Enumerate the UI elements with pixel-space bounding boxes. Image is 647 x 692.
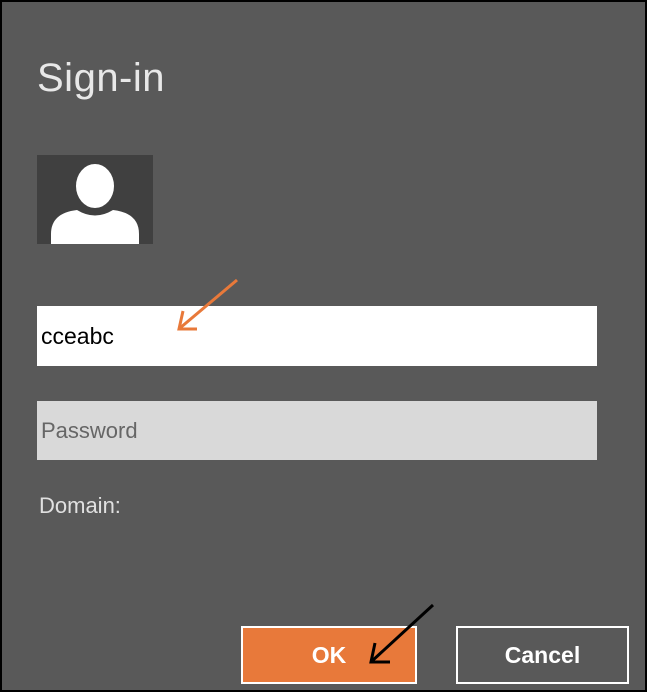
cancel-button[interactable]: Cancel [456,626,629,684]
username-input[interactable] [37,306,597,366]
domain-label: Domain: [39,493,121,518]
password-input[interactable] [37,401,597,460]
dialog-title: Sign-in [37,56,166,100]
sign-in-dialog: Sign-in Domain: OK Cancel [0,0,647,692]
user-silhouette-icon [51,164,139,244]
user-tile [37,155,153,244]
ok-button[interactable]: OK [241,626,417,684]
